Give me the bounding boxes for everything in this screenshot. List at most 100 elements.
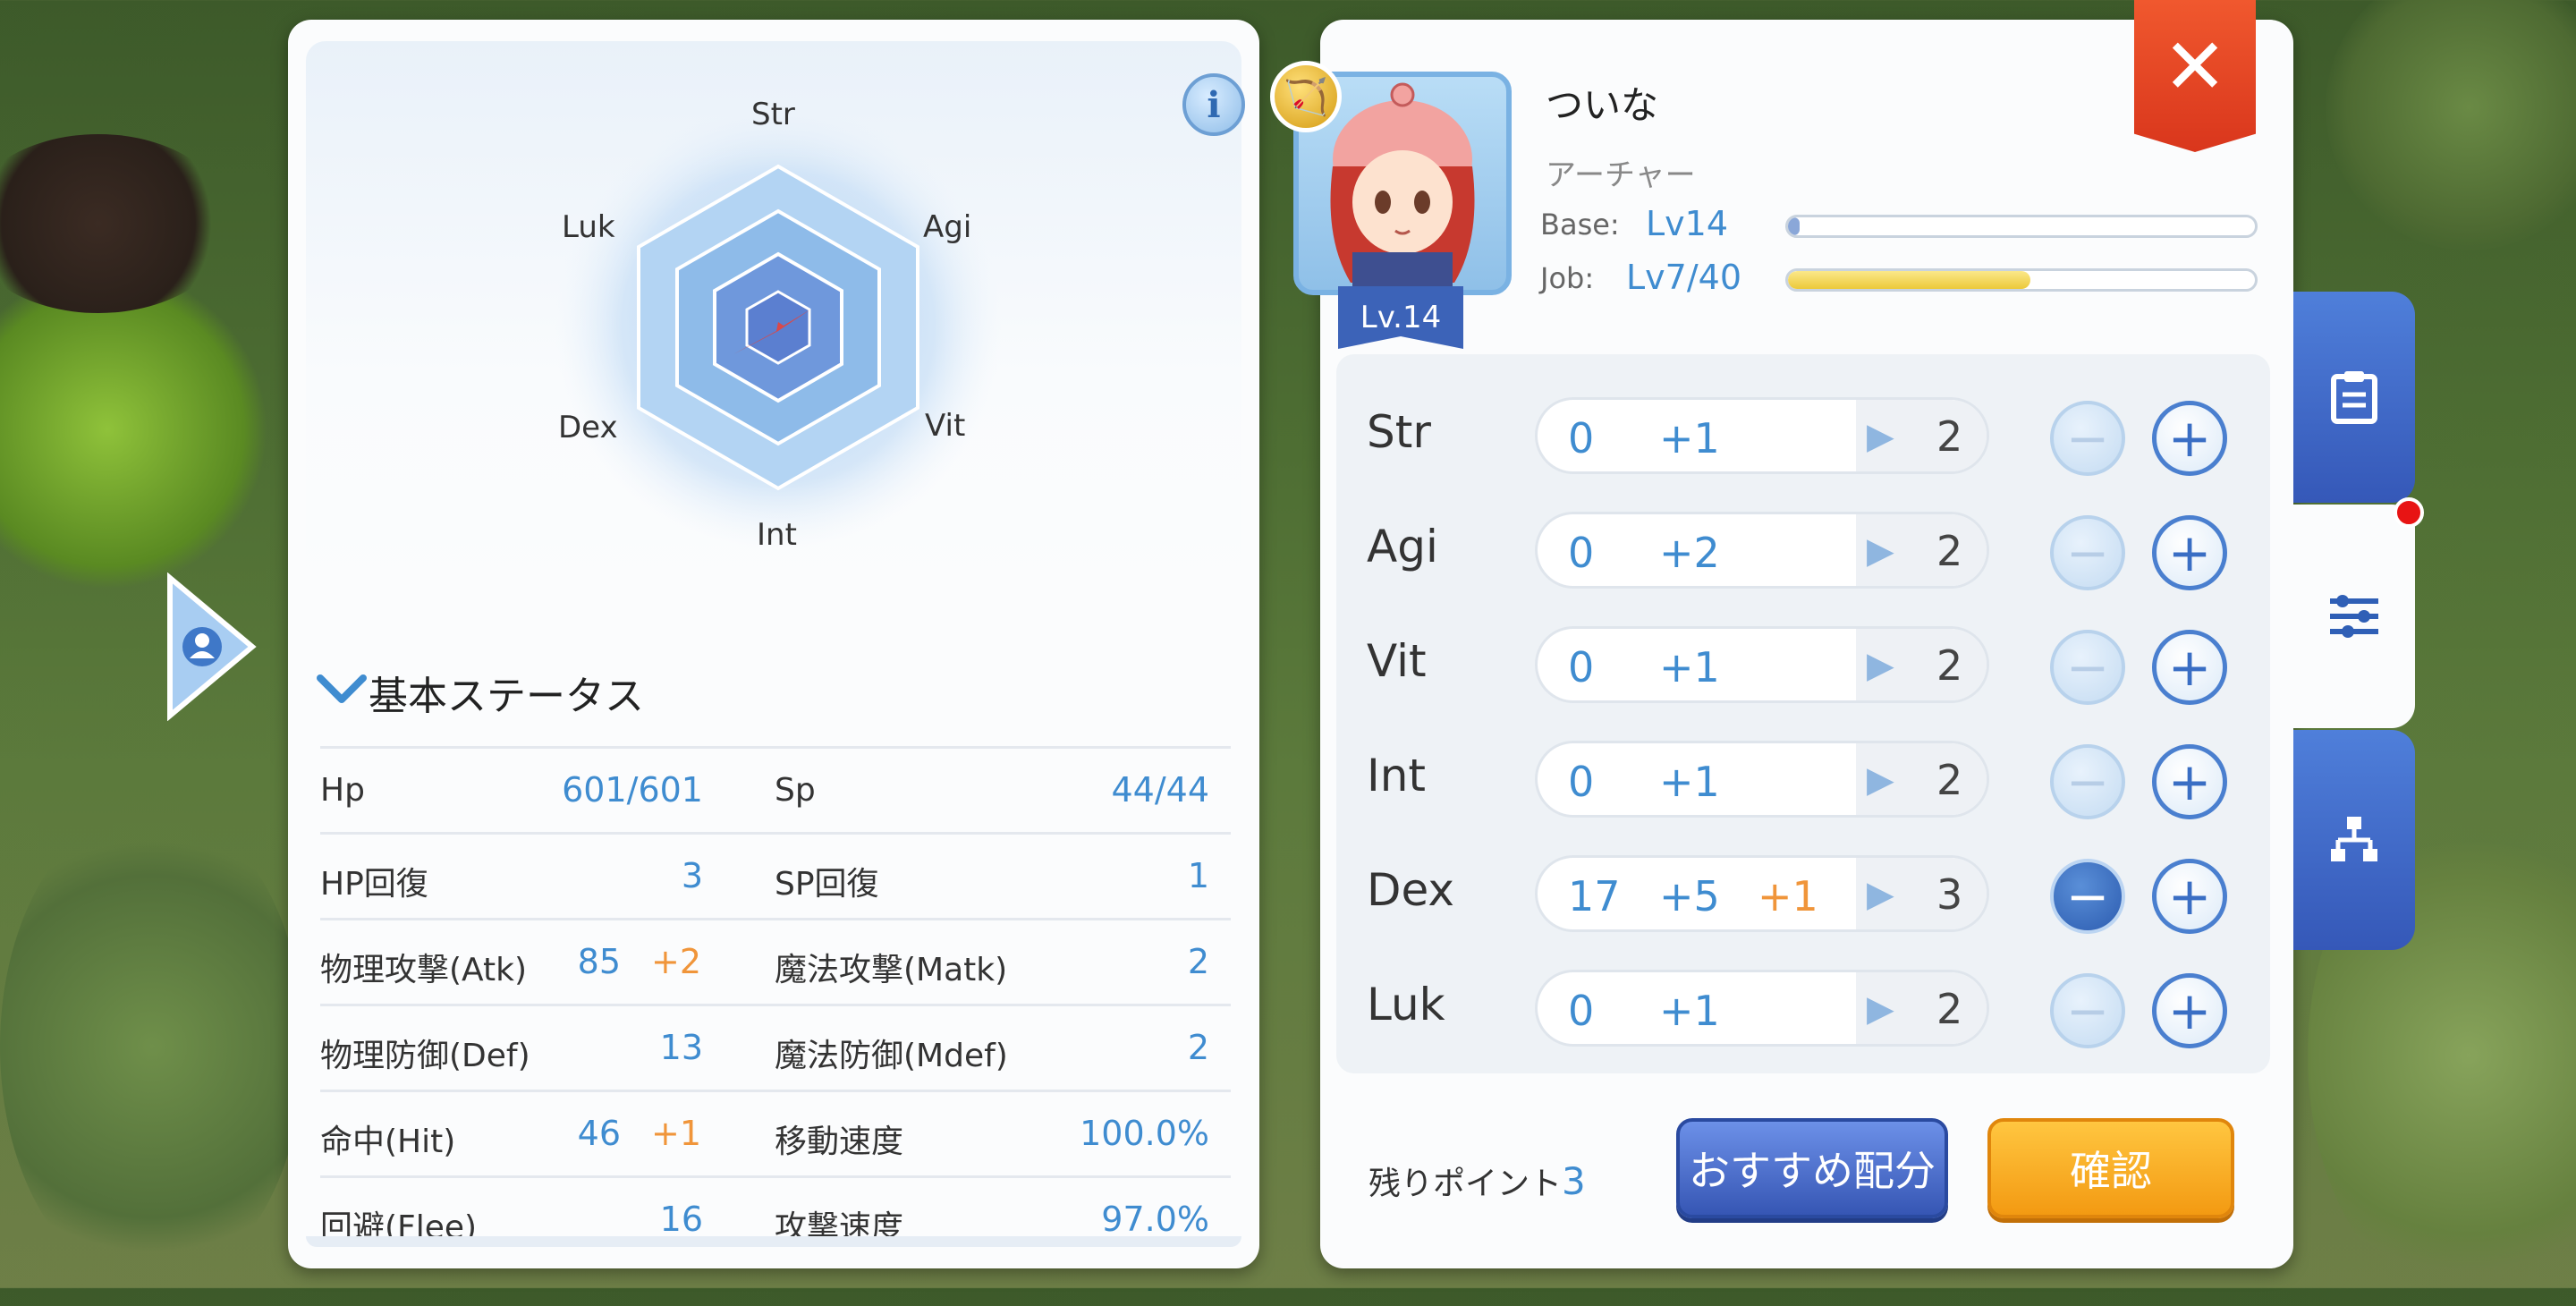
confirm-button[interactable]: 確認 xyxy=(1987,1118,2234,1218)
notification-dot xyxy=(2394,497,2424,528)
plus-icon: + xyxy=(2167,751,2212,812)
attribute-value-pill: 0 +1 ▶ 2 xyxy=(1535,970,1989,1047)
chevron-down-icon[interactable] xyxy=(315,671,369,707)
status-value: 601/601 xyxy=(562,770,703,810)
attribute-base: 0 xyxy=(1568,758,1595,806)
background-foliage xyxy=(2326,0,2576,250)
attribute-bonus: +2 xyxy=(1659,529,1720,577)
status-row: 回避(Flee) 16 攻撃速度 97.0% xyxy=(320,1175,1231,1261)
attribute-name: Int xyxy=(1367,750,1427,801)
attribute-base: 0 xyxy=(1568,529,1595,577)
decrease-int-button[interactable]: − xyxy=(2050,744,2125,819)
plus-icon: + xyxy=(2167,980,2212,1041)
attribute-name: Luk xyxy=(1367,979,1445,1030)
increase-dex-button[interactable]: + xyxy=(2152,859,2227,934)
minus-icon: − xyxy=(2065,522,2110,583)
status-value: 3 xyxy=(681,856,703,895)
attribute-cost: 2 xyxy=(1936,985,1963,1033)
increase-vit-button[interactable]: + xyxy=(2152,630,2227,705)
cost-box: ▶ 2 xyxy=(1856,743,1987,815)
status-value: 13 xyxy=(659,1028,703,1067)
archer-class-icon: 🏹 xyxy=(1270,61,1342,132)
base-exp-bar xyxy=(1785,215,2258,238)
status-row: 命中(Hit) 46 +1 移動速度 100.0% xyxy=(320,1090,1231,1175)
plus-icon: + xyxy=(2167,522,2212,583)
job-exp-bar xyxy=(1785,268,2258,292)
increase-agi-button[interactable]: + xyxy=(2152,515,2227,590)
panel-bottom-band xyxy=(306,1236,1241,1247)
radar-label-agi: Agi xyxy=(923,209,972,245)
character-name: ついな xyxy=(1546,83,1659,127)
status-value: 16 xyxy=(659,1200,703,1239)
radar-label-str: Str xyxy=(751,97,795,132)
status-bonus: +1 xyxy=(651,1114,702,1153)
status-value: 44/44 xyxy=(1111,770,1209,810)
close-button[interactable]: ✕ xyxy=(2134,0,2256,152)
status-value: 2 xyxy=(1187,1028,1209,1067)
job-level-value: Lv7/40 xyxy=(1626,258,1741,297)
attribute-row-vit: Vit 0 +1 ▶ 2 − + xyxy=(1336,603,2270,717)
radar-label-vit: Vit xyxy=(925,408,966,444)
minus-icon: − xyxy=(2065,408,2110,469)
attribute-bonus: +1 xyxy=(1659,414,1720,462)
status-value: 97.0% xyxy=(1101,1200,1209,1239)
remaining-points-value: 3 xyxy=(1562,1159,1586,1203)
decrease-agi-button[interactable]: − xyxy=(2050,515,2125,590)
attribute-base: 0 xyxy=(1568,987,1595,1035)
play-arrow-icon: ▶ xyxy=(1867,874,1894,915)
play-arrow-icon: ▶ xyxy=(1867,759,1894,801)
attribute-row-agi: Agi 0 +2 ▶ 2− + xyxy=(1336,488,2270,603)
sliders-icon xyxy=(2330,595,2378,638)
decrease-luk-button[interactable]: − xyxy=(2050,973,2125,1048)
plus-icon: + xyxy=(2167,408,2212,469)
play-arrow-icon: ▶ xyxy=(1867,530,1894,572)
status-row: 物理攻撃(Atk) 85 +2 魔法攻撃(Matk) 2 xyxy=(320,918,1231,1004)
attribute-cost: 2 xyxy=(1936,641,1963,690)
attribute-row-int: Int 0 +1 ▶ 2− + xyxy=(1336,717,2270,832)
attribute-row-dex: Dex 17 +5 +1 ▶ 3− + xyxy=(1336,832,2270,946)
attribute-bonus: +1 xyxy=(1659,758,1720,806)
close-icon: ✕ xyxy=(2162,22,2228,112)
background-foliage xyxy=(0,805,304,1288)
minus-icon: − xyxy=(2065,866,2110,927)
decrease-str-button[interactable]: − xyxy=(2050,401,2125,476)
attribute-cost: 2 xyxy=(1936,527,1963,575)
increase-str-button[interactable]: + xyxy=(2152,401,2227,476)
minus-icon: − xyxy=(2065,637,2110,698)
attribute-value-pill: 17 +5 +1 ▶ 3 xyxy=(1535,855,1989,932)
decrease-dex-button[interactable]: − xyxy=(2050,859,2125,934)
attribute-value-pill: 0 +1 ▶ 2 xyxy=(1535,626,1989,703)
tab-skill-tree[interactable] xyxy=(2293,730,2415,950)
attribute-extra-bonus: +1 xyxy=(1758,872,1818,920)
expand-character-arrow[interactable] xyxy=(165,572,258,721)
status-value: 2 xyxy=(1187,942,1209,981)
attribute-bonus: +5 xyxy=(1659,872,1720,920)
plus-icon: + xyxy=(2167,637,2212,698)
increase-int-button[interactable]: + xyxy=(2152,744,2227,819)
attribute-value-pill: 0 +1 ▶ 2 xyxy=(1535,397,1989,474)
attribute-row-str: Str 0 +1 ▶ 2− + xyxy=(1336,374,2270,488)
background-foliage xyxy=(0,268,268,590)
radar-chart-area: Str Agi Vit Int Dex Luk i xyxy=(306,41,1245,596)
attribute-value-pill: 0 +2 ▶ 2 xyxy=(1535,512,1989,589)
base-level-label: Base: xyxy=(1540,208,1620,242)
attribute-name: Vit xyxy=(1367,635,1427,687)
attribute-cost: 2 xyxy=(1936,756,1963,804)
play-arrow-icon: ▶ xyxy=(1867,416,1894,457)
tab-character-info[interactable] xyxy=(2293,292,2415,503)
attribute-cost: 2 xyxy=(1936,412,1963,461)
status-row: 物理防御(Def) 13 魔法防御(Mdef) 2 xyxy=(320,1004,1231,1090)
background-foliage xyxy=(0,134,233,313)
plus-icon: + xyxy=(2167,866,2212,927)
info-icon[interactable]: i xyxy=(1182,73,1245,136)
remaining-points-label: 残りポイント xyxy=(1368,1166,1563,1202)
decrease-vit-button[interactable]: − xyxy=(2050,630,2125,705)
tab-status-allocation[interactable] xyxy=(2293,505,2415,728)
play-arrow-icon: ▶ xyxy=(1867,988,1894,1030)
minus-icon: − xyxy=(2065,751,2110,812)
radar-label-dex: Dex xyxy=(558,410,618,445)
attribute-base: 0 xyxy=(1568,643,1595,691)
increase-luk-button[interactable]: + xyxy=(2152,973,2227,1048)
radar-label-int: Int xyxy=(757,517,797,553)
recommended-allocation-button[interactable]: おすすめ配分 xyxy=(1676,1118,1948,1218)
